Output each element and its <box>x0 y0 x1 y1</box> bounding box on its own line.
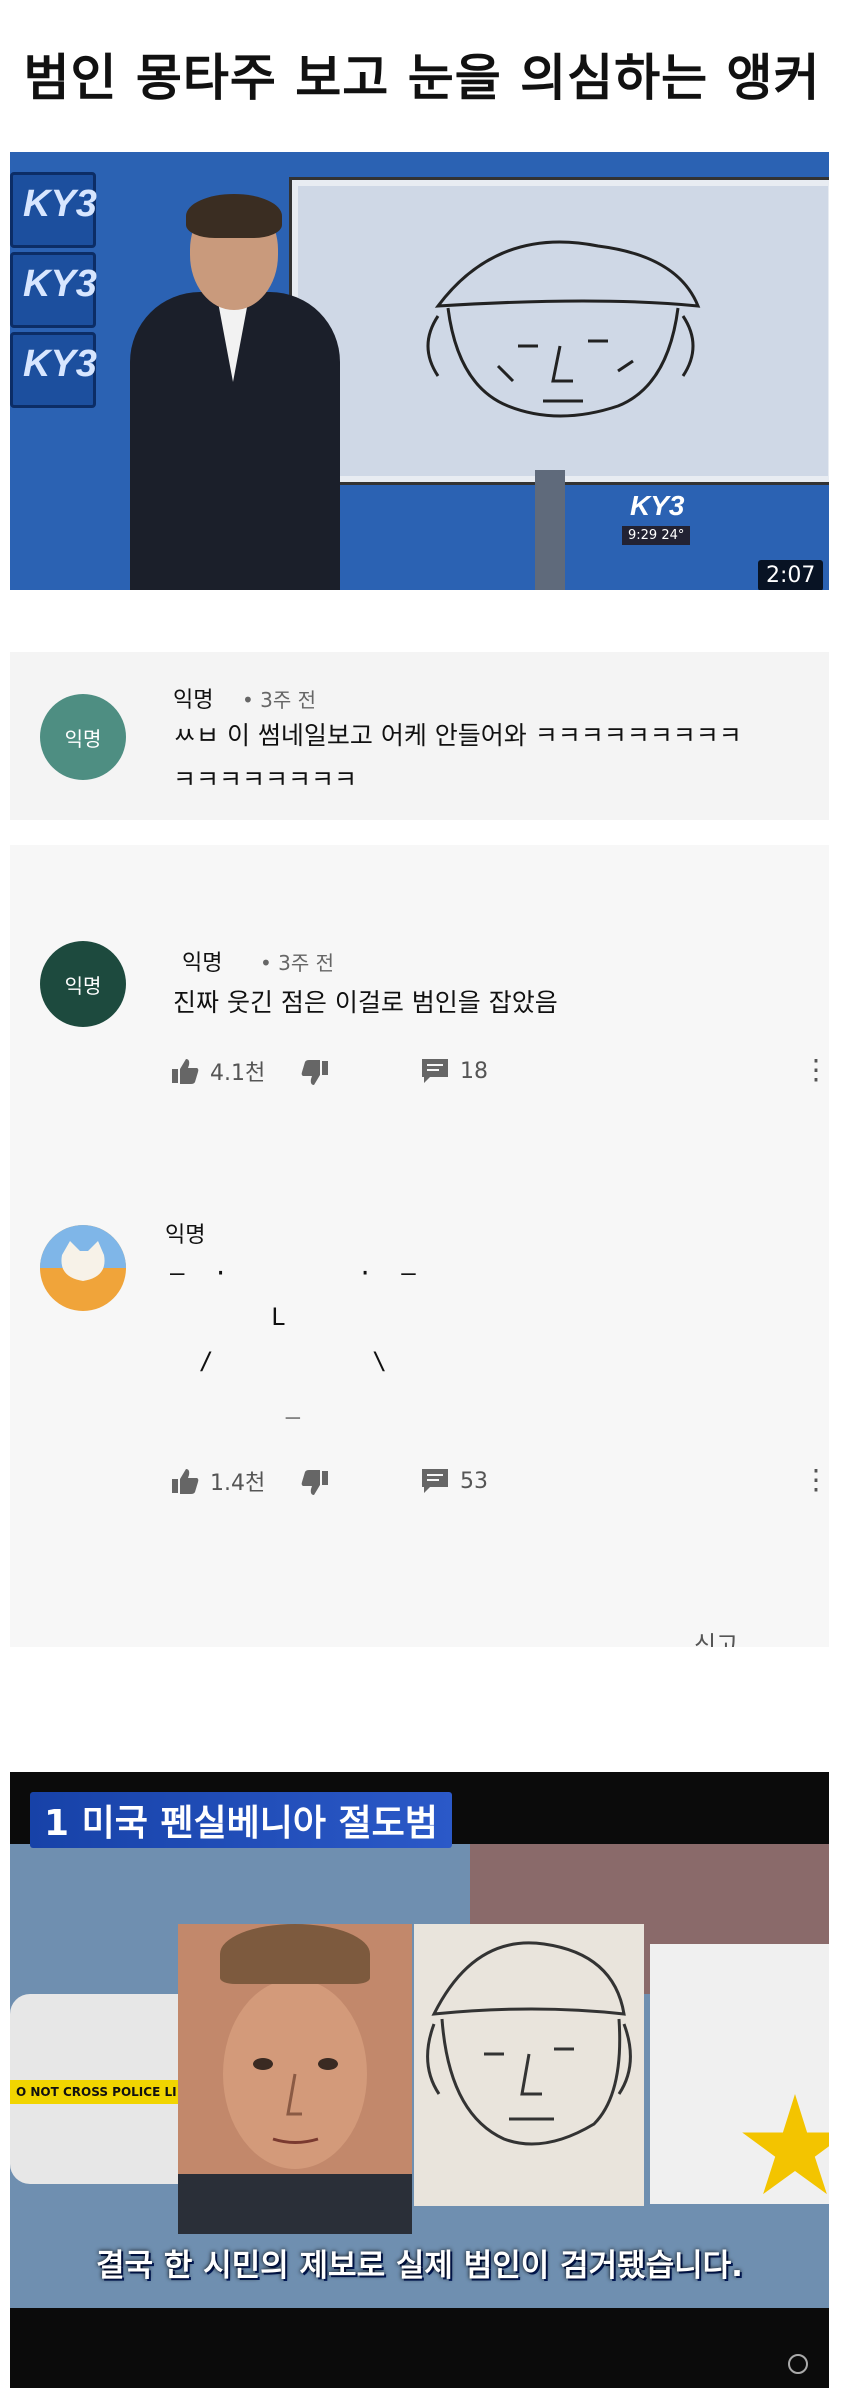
avatar[interactable]: 익명 <box>40 941 126 1027</box>
page-title: 범인 몽타주 보고 눈을 의심하는 앵커 <box>23 49 821 107</box>
suspect-sketch-card <box>414 1924 644 2206</box>
like-count: 4.1천 <box>210 1061 266 1086</box>
background-monitor: KY3 <box>10 332 97 408</box>
thumb-up-icon <box>172 1059 199 1084</box>
like-button[interactable]: 4.1천 <box>170 1055 265 1087</box>
more-vertical-icon[interactable]: ⋮ <box>802 1053 830 1086</box>
background-monitor: KY3 <box>10 172 97 248</box>
comment-card: 익명 익명 • 3주 전 ㅆㅂ 이 썸네일보고 어케 안들어와 ㅋㅋㅋㅋㅋㅋㅋㅋ… <box>10 652 829 820</box>
ascii-face-line: L <box>170 1303 286 1331</box>
ascii-face-line: / \ <box>170 1347 387 1375</box>
like-count: 1.4천 <box>210 1471 266 1496</box>
comment-author[interactable]: 익명 <box>165 1217 205 1249</box>
ascii-face-line: — · · — <box>170 1259 416 1287</box>
avatar[interactable]: 익명 <box>40 694 126 780</box>
avatar-image <box>40 1225 126 1281</box>
dislike-button[interactable] <box>300 1469 330 1497</box>
video-thumbnail-anchor[interactable]: KY3 KY3 KY3 KY3 9:29 24° 2:07 <box>10 152 829 590</box>
report-link[interactable]: 신고 <box>694 1627 738 1647</box>
comment-author[interactable]: 익명 <box>173 682 213 714</box>
suspect-sketch-drawing <box>426 240 701 418</box>
cartoon-background: O NOT CROSS POLICE LI <box>10 1844 829 2308</box>
comment-author[interactable]: 익명 <box>182 945 222 977</box>
thumb-down-icon <box>301 1060 328 1085</box>
comment-text-line: ㅆㅂ 이 썸네일보고 어케 안들어와 ㅋㅋㅋㅋㅋㅋㅋㅋㅋ <box>173 721 742 750</box>
anchor-hair <box>186 194 282 238</box>
like-button[interactable]: 1.4천 <box>170 1465 265 1497</box>
station-logo: KY3 <box>630 490 685 521</box>
sketch-display-screen <box>292 180 829 482</box>
comment-thread-card: 익명 익명 • 3주 전 진짜 웃긴 점은 이걸로 범인을 잡았음 4.1천 1… <box>10 845 830 1647</box>
reply-count: 18 <box>460 1058 488 1084</box>
avatar[interactable] <box>40 1225 126 1311</box>
news-headline: 1 미국 펜실베니아 절도범 <box>30 1792 452 1848</box>
comment-icon <box>422 1059 448 1083</box>
more-vertical-icon[interactable]: ⋮ <box>802 1463 830 1496</box>
reply-button[interactable]: 18 <box>420 1057 488 1085</box>
mugshot-shirt <box>178 2174 412 2234</box>
watermark-icon <box>788 2354 808 2374</box>
thumb-up-icon <box>172 1469 199 1494</box>
mugshot-hair <box>220 1924 370 1984</box>
comment-time: • 3주 전 <box>260 951 335 975</box>
comment-text-line: ㅋㅋㅋㅋㅋㅋㅋㅋ <box>173 765 358 794</box>
reply-button[interactable]: 53 <box>420 1467 488 1495</box>
suspect-sketch-drawing <box>426 1941 632 2146</box>
news-video-frame[interactable]: O NOT CROSS POLICE LI 1 미국 펜실베니아 절도범 결국 … <box>10 1772 829 2388</box>
news-caption: 결국 한 시민의 제보로 실제 범인이 검거됐습니다. <box>96 2248 743 2284</box>
screen-stand <box>535 470 565 590</box>
background-monitor: KY3 <box>10 252 97 328</box>
reply-count: 53 <box>460 1468 488 1494</box>
comment-icon <box>422 1469 448 1493</box>
ascii-face-line: _ <box>170 1391 301 1419</box>
comment-text: 진짜 웃긴 점은 이걸로 범인을 잡았음 <box>173 988 558 1017</box>
dislike-button[interactable] <box>300 1059 330 1087</box>
thumb-down-icon <box>301 1470 328 1495</box>
video-duration-badge: 2:07 <box>758 560 824 590</box>
comment-time: • 3주 전 <box>242 688 317 712</box>
time-temperature-ticker: 9:29 24° <box>622 526 691 545</box>
